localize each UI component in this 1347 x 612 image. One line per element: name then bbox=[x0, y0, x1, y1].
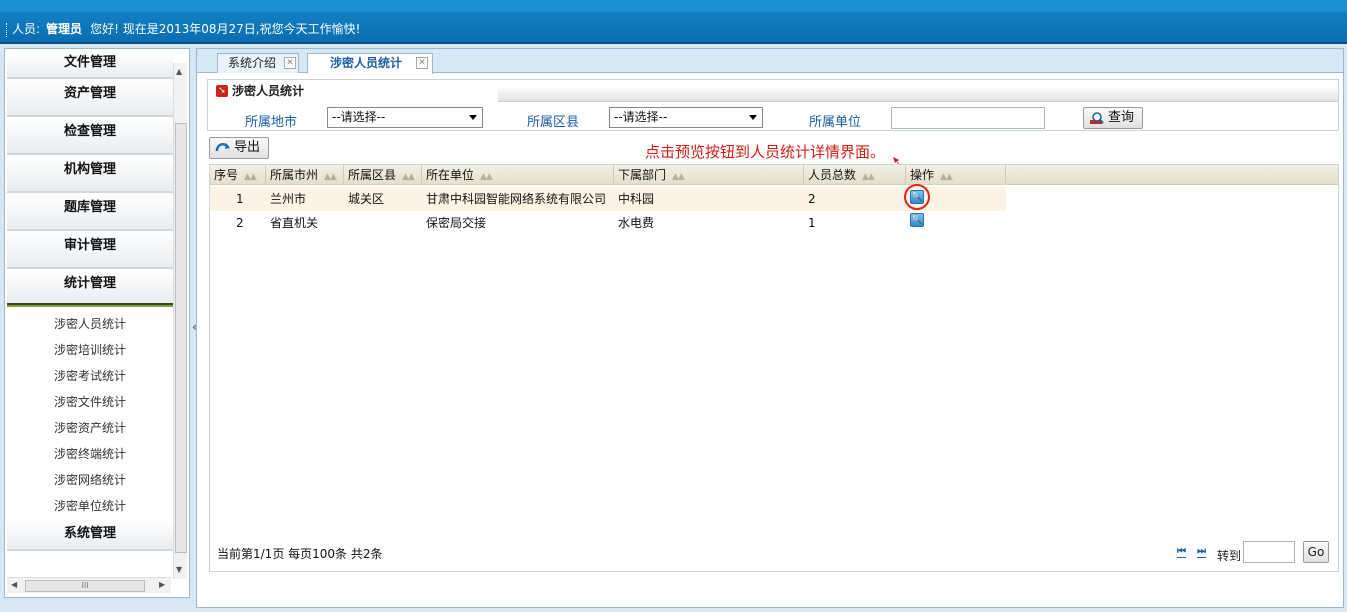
pagination-bar: 当前第1/1页 每页100条 共2条 ⏮ ⏭ 转到 Go bbox=[209, 537, 1339, 567]
chevron-down-icon bbox=[749, 115, 757, 120]
search-icon bbox=[1090, 112, 1104, 124]
column-header-no[interactable]: 序号 ▲▲ bbox=[210, 165, 266, 185]
cell-total: 2 bbox=[808, 192, 816, 206]
goto-label: 转到 bbox=[1217, 549, 1242, 563]
tab-bar: 系统介绍 ✕ 涉密人员统计 ✕ bbox=[197, 49, 1343, 74]
banner-strip bbox=[0, 0, 1347, 12]
column-header-dept[interactable]: 下属部门 ▲▲ bbox=[614, 165, 804, 185]
submenu-exam-stats[interactable]: 涉密考试统计 bbox=[7, 365, 173, 391]
unit-label: 所属单位 bbox=[809, 115, 862, 130]
scroll-thumb[interactable] bbox=[175, 123, 187, 553]
cell-unit: 甘肃中科园智能网络系统有限公司 bbox=[426, 192, 607, 206]
menu-asset[interactable]: 资产管理 bbox=[7, 79, 173, 117]
cell-city: 省直机关 bbox=[270, 216, 319, 230]
cell-city: 兰州市 bbox=[270, 192, 307, 206]
query-button[interactable]: 查询 bbox=[1083, 107, 1143, 129]
cell-total: 1 bbox=[808, 216, 816, 230]
goto-page-input[interactable] bbox=[1243, 541, 1295, 563]
menu-statistics[interactable]: 统计管理 bbox=[7, 269, 173, 307]
column-header-unit[interactable]: 所在单位 ▲▲ bbox=[422, 165, 614, 185]
tab-label: 系统介绍 bbox=[228, 56, 277, 70]
submenu-network-stats[interactable]: 涉密网络统计 bbox=[7, 469, 173, 495]
pagination-info: 当前第1/1页 每页100条 共2条 bbox=[217, 547, 383, 561]
submenu-training-stats[interactable]: 涉密培训统计 bbox=[7, 339, 173, 365]
submenu-document-stats[interactable]: 涉密文件统计 bbox=[7, 391, 173, 417]
close-icon[interactable]: ✕ bbox=[416, 57, 428, 69]
table-row[interactable]: 1 兰州市 城关区 甘肃中科园智能网络系统有限公司 中科园 2 🔍 bbox=[210, 184, 1006, 211]
tab-label: 涉密人员统计 bbox=[330, 56, 403, 70]
annotation-text: 点击预览按钮到人员统计详情界面。 bbox=[645, 143, 886, 161]
greeting-bar: 人员: 管理员 您好! 现在是2013年08月27日,祝您今天工作愉快! bbox=[6, 20, 360, 38]
column-header-total[interactable]: 人员总数 ▲▲ bbox=[804, 165, 906, 185]
cell-district bbox=[344, 211, 348, 235]
arrow-down-icon: ➘ bbox=[216, 85, 228, 97]
go-button[interactable]: Go bbox=[1303, 541, 1329, 563]
statistics-submenu: 涉密人员统计 涉密培训统计 涉密考试统计 涉密文件统计 涉密资产统计 涉密终端统… bbox=[7, 307, 173, 521]
sidebar-menu: 文件管理 资产管理 检查管理 机构管理 题库管理 审计管理 统计管理 涉密人员统… bbox=[7, 53, 173, 612]
unit-input[interactable] bbox=[891, 107, 1045, 129]
panel-title-text: 涉密人员统计 bbox=[232, 84, 305, 98]
district-select-value: --请选择-- bbox=[614, 110, 668, 124]
cell-no: 2 bbox=[236, 216, 244, 230]
results-table: 序号 ▲▲ 所属市州 ▲▲ 所属区县 ▲▲ 所在单位 ▲▲ 下属部门 ▲▲ 人员总数 ▲▲ … bbox=[209, 164, 1339, 572]
district-label: 所属区县 bbox=[527, 115, 580, 130]
table-row[interactable]: 2 省直机关 保密局交接 水电费 1 🔍 bbox=[210, 211, 1006, 235]
tab-personnel-stats[interactable]: 涉密人员统计 ✕ bbox=[307, 53, 433, 74]
table-header: 序号 ▲▲ 所属市州 ▲▲ 所属区县 ▲▲ 所在单位 ▲▲ 下属部门 ▲▲ 人员总数 ▲▲ … bbox=[210, 165, 1010, 185]
sidebar-horizontal-scrollbar[interactable]: ◀ III ▶ bbox=[7, 577, 171, 593]
menu-question-bank[interactable]: 题库管理 bbox=[7, 193, 173, 231]
export-button[interactable]: 导出 bbox=[209, 137, 269, 159]
hscroll-thumb[interactable]: III bbox=[25, 580, 145, 592]
export-icon bbox=[215, 143, 230, 152]
submenu-asset-stats[interactable]: 涉密资产统计 bbox=[7, 417, 173, 443]
menu-system[interactable]: 系统管理 bbox=[7, 521, 173, 551]
cell-no: 1 bbox=[236, 192, 244, 206]
column-header-city[interactable]: 所属市州 ▲▲ bbox=[266, 165, 344, 185]
menu-file[interactable]: 文件管理 bbox=[7, 53, 173, 79]
scroll-right-icon[interactable]: ▶ bbox=[159, 580, 165, 589]
scroll-up-icon[interactable]: ▲ bbox=[176, 67, 182, 76]
query-label: 查询 bbox=[1108, 110, 1135, 125]
panel-title: ➘ 涉密人员统计 bbox=[208, 80, 498, 102]
export-label: 导出 bbox=[234, 140, 261, 155]
city-select[interactable]: --请选择-- bbox=[327, 107, 483, 128]
cell-district: 城关区 bbox=[348, 192, 385, 206]
main-content: 系统介绍 ✕ 涉密人员统计 ✕ ➘ 涉密人员统计 所属地市 --请选择-- 所属… bbox=[196, 48, 1344, 608]
sidebar-vertical-scrollbar[interactable]: ▲ ▼ bbox=[173, 63, 187, 579]
close-icon[interactable]: ✕ bbox=[284, 57, 296, 69]
column-header-district[interactable]: 所属区县 ▲▲ bbox=[344, 165, 422, 185]
first-page-icon[interactable]: ⏮ bbox=[1177, 547, 1186, 558]
table-header-filler bbox=[1010, 165, 1338, 185]
panel-header-bar bbox=[498, 86, 1338, 102]
scroll-down-icon[interactable]: ▼ bbox=[176, 565, 182, 574]
submenu-unit-stats[interactable]: 涉密单位统计 bbox=[7, 495, 173, 521]
greeting-text: 您好! 现在是2013年08月27日,祝您今天工作愉快! bbox=[90, 22, 361, 36]
user-label: 人员: bbox=[12, 22, 41, 36]
last-page-icon[interactable]: ⏭ bbox=[1197, 547, 1206, 558]
column-header-action[interactable]: 操作 ▲▲ bbox=[906, 165, 1006, 185]
menu-audit[interactable]: 审计管理 bbox=[7, 231, 173, 269]
cell-dept: 水电费 bbox=[618, 216, 655, 230]
user-name: 管理员 bbox=[46, 22, 83, 36]
district-select[interactable]: --请选择-- bbox=[609, 107, 763, 128]
chevron-down-icon bbox=[469, 115, 477, 120]
menu-inspection[interactable]: 检查管理 bbox=[7, 117, 173, 155]
submenu-personnel-stats[interactable]: 涉密人员统计 bbox=[7, 313, 173, 339]
submenu-terminal-stats[interactable]: 涉密终端统计 bbox=[7, 443, 173, 469]
menu-organization[interactable]: 机构管理 bbox=[7, 155, 173, 193]
scroll-left-icon[interactable]: ◀ bbox=[11, 580, 17, 589]
highlight-circle bbox=[904, 184, 930, 210]
preview-icon[interactable]: 🔍 bbox=[910, 213, 924, 227]
city-label: 所属地市 bbox=[245, 115, 298, 130]
city-select-value: --请选择-- bbox=[332, 110, 386, 124]
cell-dept: 中科园 bbox=[618, 192, 655, 206]
sidebar: 文件管理 资产管理 检查管理 机构管理 题库管理 审计管理 统计管理 涉密人员统… bbox=[4, 48, 190, 598]
tab-system-intro[interactable]: 系统介绍 ✕ bbox=[217, 53, 299, 73]
top-banner: 人员: 管理员 您好! 现在是2013年08月27日,祝您今天工作愉快! bbox=[0, 0, 1347, 44]
divider bbox=[6, 22, 8, 37]
cell-unit: 保密局交接 bbox=[426, 216, 487, 230]
